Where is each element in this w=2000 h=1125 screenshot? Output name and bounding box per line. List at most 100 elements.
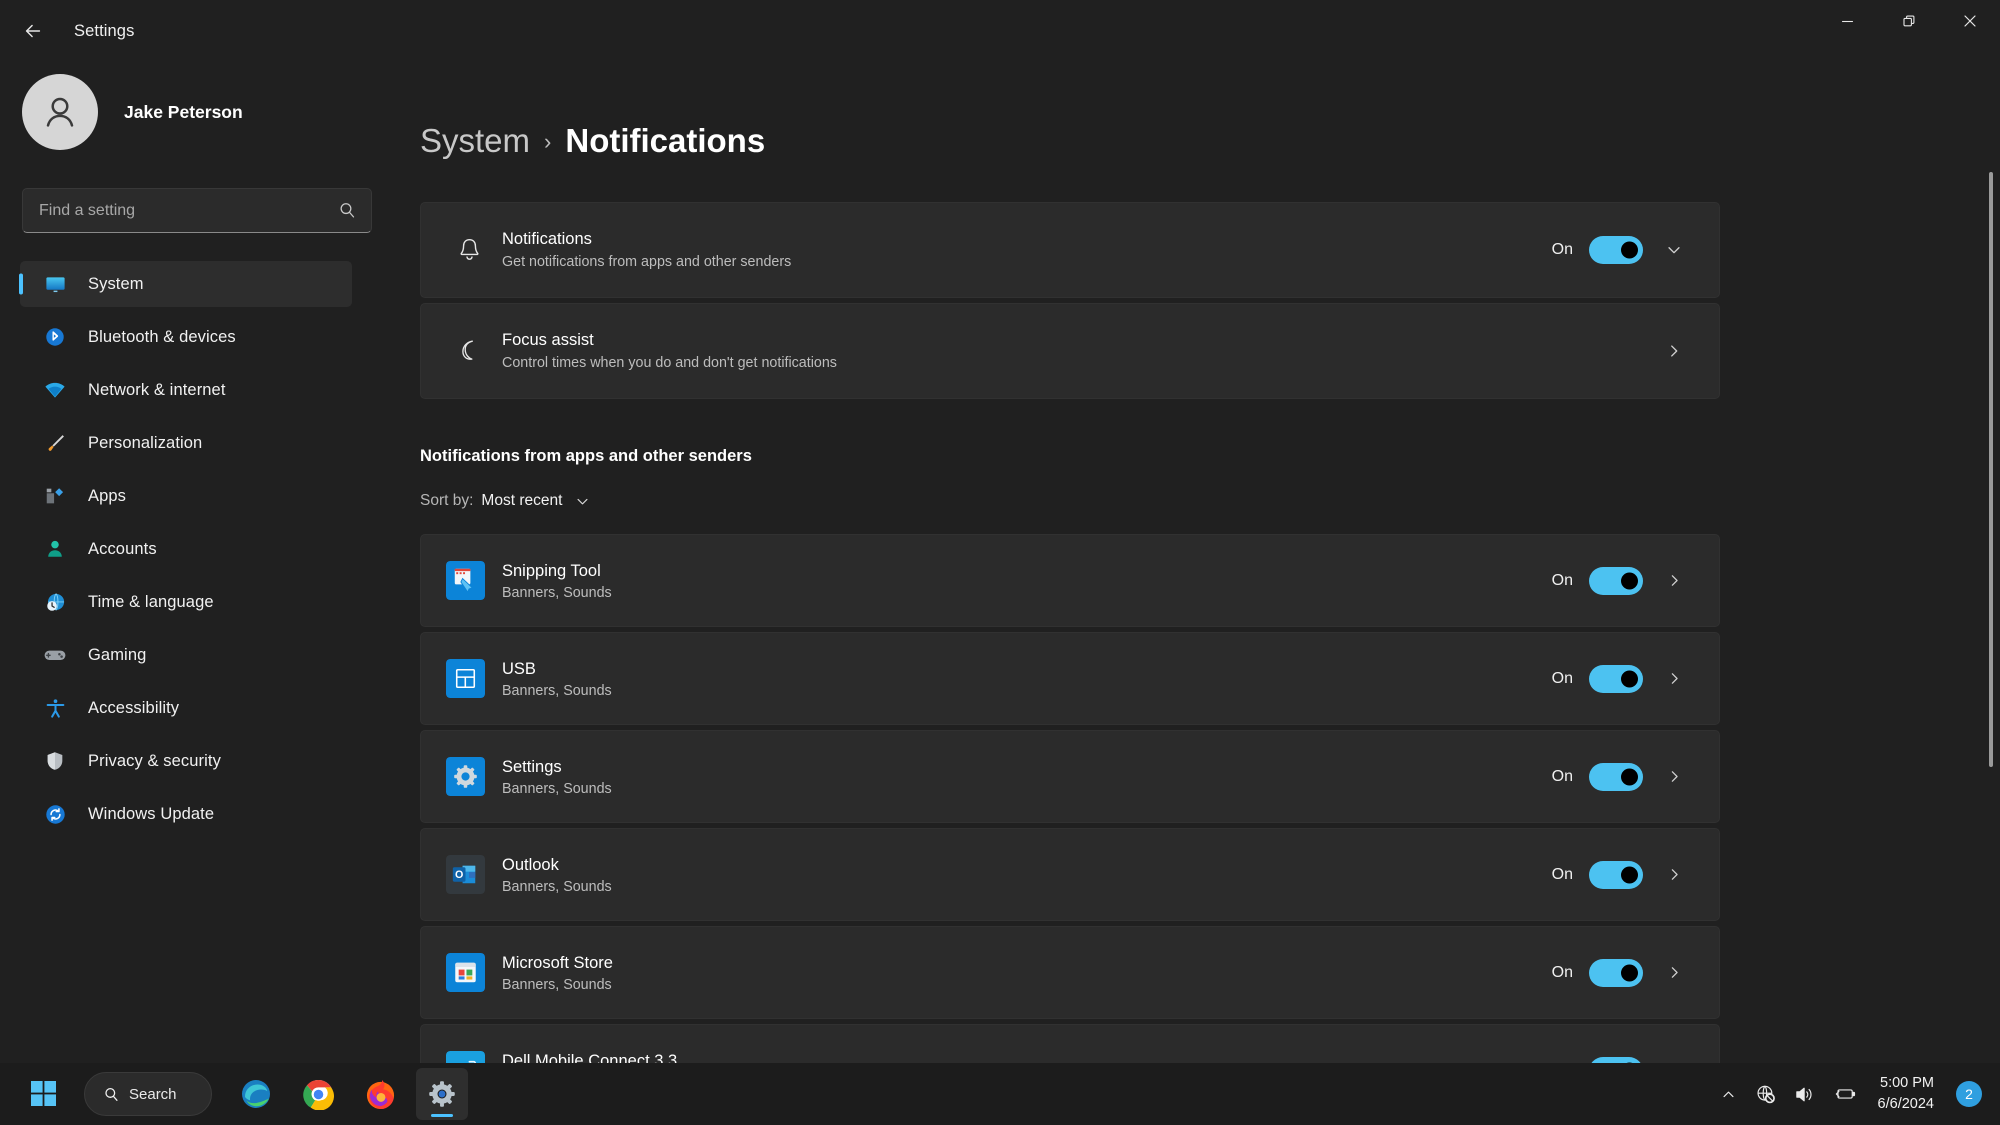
sidebar-item-privacy-security[interactable]: Privacy & security — [20, 738, 352, 784]
apps-icon — [42, 483, 68, 509]
notifications-card-controls: On — [1552, 229, 1695, 271]
wifi-icon — [42, 377, 68, 403]
toggle-knob — [1621, 866, 1638, 883]
search-box[interactable] — [22, 188, 372, 233]
chevron-right-icon — [1671, 345, 1678, 357]
notifications-toggle[interactable] — [1589, 236, 1643, 264]
search-icon — [340, 203, 355, 218]
microsoft-store-icon — [446, 953, 485, 992]
clock-button[interactable]: 5:00 PM 6/6/2024 — [1866, 1071, 1946, 1117]
sidebar-item-gaming[interactable]: Gaming — [20, 632, 352, 678]
app-details-button[interactable] — [1653, 1050, 1695, 1064]
app-notification-toggle[interactable] — [1589, 860, 1643, 889]
table-row[interactable]: Snipping Tool Banners, Sounds On — [420, 534, 1720, 627]
app-row-controls: On — [1552, 952, 1695, 994]
window-title: Settings — [74, 21, 135, 40]
app-row-text: USB Banners, Sounds — [502, 658, 612, 698]
table-row[interactable]: USB Banners, Sounds On — [420, 632, 1720, 725]
sidebar-item-bluetooth-devices[interactable]: Bluetooth & devices — [20, 314, 352, 360]
sort-by-control[interactable]: Sort by: Most recent — [420, 484, 2000, 518]
sidebar-item-system[interactable]: System — [20, 261, 352, 307]
app-details-button[interactable] — [1653, 560, 1695, 602]
gamepad-icon — [42, 642, 68, 668]
app-notification-toggle[interactable] — [1589, 762, 1643, 791]
table-row[interactable]: Dell Mobile Connect 3.3 Banners, Sounds … — [420, 1024, 1720, 1063]
restore-button[interactable] — [1878, 0, 1939, 42]
app-notification-toggle[interactable] — [1589, 566, 1643, 595]
minimize-button[interactable] — [1817, 0, 1878, 42]
speaker-icon — [1795, 1087, 1812, 1101]
chevron-up-icon — [1723, 1091, 1734, 1097]
sidebar-item-network-internet[interactable]: Network & internet — [20, 367, 352, 413]
chevron-down-icon — [1668, 247, 1680, 254]
app-notification-toggle[interactable] — [1589, 664, 1643, 693]
account-icon — [42, 536, 68, 562]
notifications-card[interactable]: Notifications Get notifications from app… — [420, 202, 1720, 298]
focus-assist-card-text: Focus assist Control times when you do a… — [502, 329, 1643, 374]
window-body: Jake Peterson System — [0, 62, 2000, 1063]
breadcrumb-separator-icon: › — [544, 129, 552, 154]
scrollbar-thumb[interactable] — [1989, 172, 1993, 767]
taskbar-date: 6/6/2024 — [1877, 1096, 1934, 1112]
app-subtitle: Banners, Sounds — [502, 878, 612, 895]
focus-assist-open-button[interactable] — [1653, 330, 1695, 372]
restore-icon — [1902, 15, 1914, 27]
battery-button[interactable] — [1824, 1071, 1866, 1117]
app-notification-toggle[interactable] — [1589, 958, 1643, 987]
settings-gear-icon — [429, 1081, 455, 1107]
app-details-button[interactable] — [1653, 854, 1695, 896]
toggle-state-label: On — [1551, 865, 1573, 883]
search-input[interactable] — [39, 201, 338, 220]
close-button[interactable] — [1939, 0, 2000, 42]
taskbar-app-settings[interactable] — [416, 1068, 468, 1120]
app-subtitle: Banners, Sounds — [502, 976, 612, 993]
app-details-button[interactable] — [1653, 658, 1695, 700]
app-row-controls: On — [1552, 1050, 1695, 1064]
volume-button[interactable] — [1785, 1071, 1824, 1117]
chrome-icon — [302, 1079, 334, 1110]
minimize-icon — [1842, 20, 1853, 22]
taskbar-time: 5:00 PM — [1880, 1074, 1934, 1091]
card-title: Notifications — [502, 229, 592, 248]
sidebar-item-apps[interactable]: Apps — [20, 473, 352, 519]
taskbar-app-firefox[interactable] — [354, 1068, 406, 1120]
app-row-controls: On — [1552, 560, 1695, 602]
back-button[interactable] — [10, 8, 56, 54]
account-block[interactable]: Jake Peterson — [22, 74, 372, 150]
top-cards: Notifications Get notifications from app… — [420, 202, 1720, 399]
sidebar-item-time-language[interactable]: Time & language — [20, 579, 352, 625]
scrollbar[interactable] — [1989, 150, 1993, 1040]
network-status-button[interactable] — [1746, 1071, 1785, 1117]
system-tray: 5:00 PM 6/6/2024 2 — [1711, 1071, 1986, 1117]
toggle-knob — [1621, 964, 1638, 981]
sidebar-item-label: Accounts — [88, 539, 157, 558]
app-details-button[interactable] — [1653, 756, 1695, 798]
breadcrumb-parent[interactable]: System — [420, 122, 530, 160]
toggle-state-label: On — [1551, 241, 1573, 258]
table-row[interactable]: O Outlook Banners, Sounds On — [420, 828, 1720, 921]
taskbar-app-chrome[interactable] — [292, 1068, 344, 1120]
clock-globe-icon — [42, 589, 68, 615]
start-button[interactable] — [18, 1068, 70, 1120]
windows-start-icon — [31, 1081, 56, 1106]
taskbar-app-edge[interactable] — [230, 1068, 282, 1120]
expand-button[interactable] — [1653, 229, 1695, 271]
app-details-button[interactable] — [1653, 952, 1695, 994]
table-row[interactable]: Settings Banners, Sounds On — [420, 730, 1720, 823]
sidebar-item-accessibility[interactable]: Accessibility — [20, 685, 352, 731]
sidebar-item-windows-update[interactable]: Windows Update — [20, 791, 352, 837]
table-row[interactable]: Microsoft Store Banners, Sounds On — [420, 926, 1720, 1019]
app-name: Settings — [502, 758, 562, 777]
taskbar-search-button[interactable]: Search — [84, 1072, 212, 1116]
toggle-state-label: On — [1551, 571, 1573, 589]
app-row-text: Microsoft Store Banners, Sounds — [502, 952, 613, 992]
notifications-card-text: Notifications Get notifications from app… — [502, 228, 1552, 273]
bell-icon — [446, 237, 492, 264]
app-row-controls: On — [1552, 854, 1695, 896]
outlook-icon: O — [446, 855, 485, 894]
notification-badge[interactable]: 2 — [1956, 1081, 1982, 1107]
sidebar-item-accounts[interactable]: Accounts — [20, 526, 352, 572]
sidebar-item-personalization[interactable]: Personalization — [20, 420, 352, 466]
tray-overflow-button[interactable] — [1711, 1071, 1746, 1117]
focus-assist-card[interactable]: Focus assist Control times when you do a… — [420, 303, 1720, 399]
